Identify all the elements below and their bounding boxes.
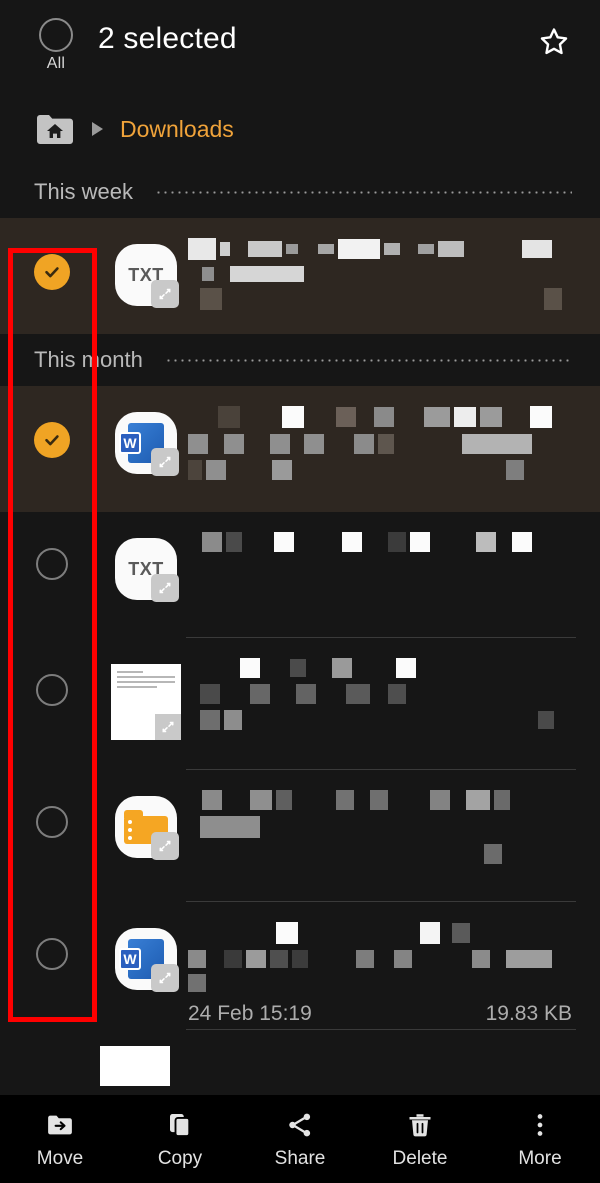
archive-folder-icon bbox=[115, 796, 179, 860]
trash-bin-icon bbox=[405, 1109, 435, 1141]
redaction-mosaic bbox=[188, 922, 572, 950]
expand-corner-icon bbox=[151, 574, 179, 602]
file-type-icon-wrapper: W bbox=[104, 902, 188, 992]
star-outline-icon bbox=[540, 28, 568, 55]
row-checkbox[interactable] bbox=[0, 902, 104, 970]
table-row[interactable]: W bbox=[0, 386, 600, 512]
circle-outline-icon bbox=[36, 938, 68, 970]
file-name-redacted bbox=[188, 638, 600, 736]
bottom-bar-label: Share bbox=[274, 1147, 326, 1169]
redaction-mosaic-tertiary bbox=[188, 460, 572, 486]
selection-header: All 2 selected bbox=[0, 0, 600, 92]
file-name-redacted bbox=[188, 386, 600, 486]
bottom-bar-label: More bbox=[518, 1147, 562, 1169]
table-row[interactable] bbox=[0, 638, 600, 770]
table-row[interactable] bbox=[0, 770, 600, 902]
breadcrumb: Downloads bbox=[0, 92, 600, 166]
expand-corner-icon bbox=[151, 832, 179, 860]
table-row[interactable]: W bbox=[0, 902, 600, 1030]
file-name-redacted bbox=[188, 218, 600, 316]
bottom-bar-label: Delete bbox=[392, 1147, 448, 1169]
kebab-menu-icon bbox=[525, 1109, 555, 1141]
redaction-mosaic bbox=[188, 790, 572, 816]
check-circle-filled-icon bbox=[34, 422, 70, 458]
caret-right-icon bbox=[84, 122, 110, 136]
section-label: This week bbox=[34, 179, 134, 204]
table-row-partial[interactable] bbox=[0, 1030, 600, 1090]
file-type-icon-wrapper: W bbox=[104, 386, 188, 476]
txt-file-icon: TXT bbox=[115, 244, 179, 308]
file-type-icon-wrapper: TXT bbox=[104, 218, 188, 308]
circle-outline-icon bbox=[36, 548, 68, 580]
row-metadata: 24 Feb 15:19 19.83 KB bbox=[188, 1002, 572, 1026]
row-checkbox[interactable] bbox=[0, 638, 104, 706]
file-type-icon-wrapper bbox=[104, 770, 188, 860]
select-all-label: All bbox=[46, 55, 66, 72]
table-row[interactable]: TXT bbox=[0, 218, 600, 334]
file-icon-label: W bbox=[119, 948, 141, 970]
redaction-mosaic bbox=[188, 658, 572, 684]
bottom-bar-label: Move bbox=[36, 1147, 84, 1169]
move-folder-arrow-icon bbox=[45, 1109, 75, 1141]
expand-corner-icon bbox=[151, 448, 179, 476]
txt-file-icon: TXT bbox=[115, 538, 179, 602]
section-label: This month bbox=[34, 347, 143, 372]
word-file-icon: W bbox=[115, 412, 179, 476]
row-checkbox[interactable] bbox=[0, 218, 104, 290]
file-type-icon-wrapper: TXT bbox=[104, 512, 188, 602]
file-icon-label: W bbox=[119, 432, 141, 454]
redaction-mosaic bbox=[188, 406, 572, 434]
redaction-mosaic-secondary bbox=[188, 816, 572, 870]
file-manager-screen: All 2 selected Downloads This week TXT T… bbox=[0, 0, 600, 1183]
file-type-icon-wrapper bbox=[104, 638, 188, 740]
bottom-action-bar: Move Copy Share Delete More bbox=[0, 1095, 600, 1183]
redaction-mosaic-tertiary bbox=[188, 710, 572, 736]
word-file-icon: W bbox=[115, 928, 179, 992]
document-thumbnail-icon bbox=[100, 1046, 170, 1086]
file-size: 19.83 KB bbox=[485, 1002, 572, 1025]
delete-button[interactable]: Delete bbox=[360, 1109, 480, 1170]
check-circle-filled-icon bbox=[34, 254, 70, 290]
copy-button[interactable]: Copy bbox=[120, 1109, 240, 1170]
section-header-this-week: This week bbox=[0, 166, 600, 218]
redaction-mosaic-secondary bbox=[188, 288, 572, 316]
expand-corner-icon bbox=[151, 964, 179, 992]
file-name-redacted bbox=[188, 770, 600, 870]
circle-outline-icon[interactable] bbox=[39, 18, 73, 52]
breadcrumb-current-folder[interactable]: Downloads bbox=[120, 116, 234, 143]
share-button[interactable]: Share bbox=[240, 1109, 360, 1170]
row-checkbox[interactable] bbox=[0, 386, 104, 458]
share-nodes-icon bbox=[285, 1109, 315, 1141]
breadcrumb-home-button[interactable] bbox=[34, 111, 76, 147]
redaction-mosaic-secondary bbox=[188, 950, 572, 998]
redaction-mosaic bbox=[188, 238, 572, 288]
section-header-this-month: This month bbox=[0, 334, 600, 386]
move-button[interactable]: Move bbox=[0, 1109, 120, 1170]
redaction-mosaic bbox=[188, 532, 572, 558]
copy-pages-icon bbox=[165, 1109, 195, 1141]
row-checkbox[interactable] bbox=[0, 512, 104, 580]
bottom-bar-label: Copy bbox=[157, 1147, 203, 1169]
file-name-and-meta: 24 Feb 15:19 19.83 KB bbox=[188, 902, 600, 1026]
page-title: 2 selected bbox=[98, 22, 237, 55]
redaction-mosaic-secondary bbox=[188, 684, 572, 710]
circle-outline-icon bbox=[36, 806, 68, 838]
file-date: 24 Feb 15:19 bbox=[188, 1002, 312, 1025]
section-dotted-rule bbox=[155, 190, 572, 194]
more-button[interactable]: More bbox=[480, 1109, 600, 1170]
document-thumbnail-icon bbox=[111, 664, 181, 740]
file-list-scroll-area[interactable]: This week TXT This month W TXT W 24 Feb … bbox=[0, 166, 600, 1095]
file-name-redacted bbox=[188, 512, 600, 558]
favorite-button[interactable] bbox=[534, 22, 574, 62]
expand-corner-icon bbox=[151, 280, 179, 308]
home-folder-icon bbox=[37, 114, 73, 144]
row-checkbox[interactable] bbox=[0, 770, 104, 838]
expand-corner-icon bbox=[155, 714, 181, 740]
circle-outline-icon bbox=[36, 674, 68, 706]
select-all-control[interactable]: All bbox=[28, 18, 84, 73]
redaction-mosaic-secondary bbox=[188, 434, 572, 460]
section-dotted-rule bbox=[164, 358, 572, 362]
table-row[interactable]: TXT bbox=[0, 512, 600, 638]
